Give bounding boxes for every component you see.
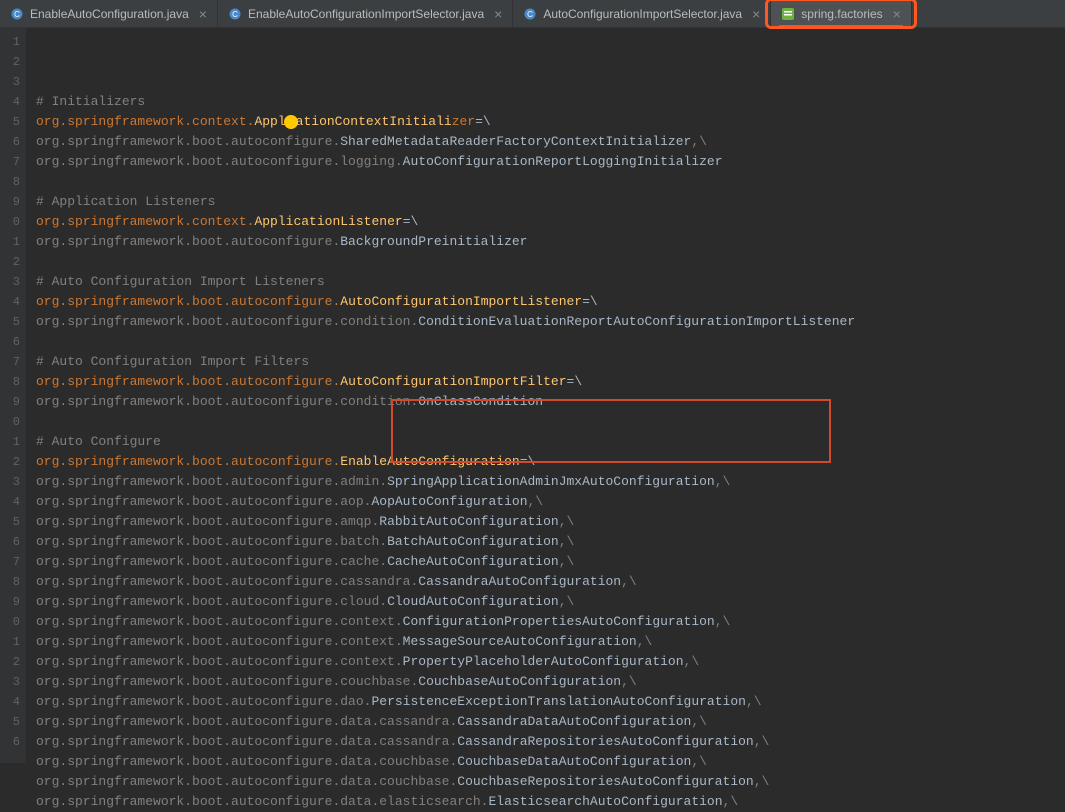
code-line bbox=[36, 252, 1065, 272]
line-number: 7 bbox=[0, 352, 20, 372]
line-number: 5 bbox=[0, 512, 20, 532]
svg-text:C: C bbox=[232, 10, 238, 19]
properties-icon bbox=[781, 7, 795, 21]
tab-spring-factories[interactable]: spring.factories × bbox=[771, 0, 912, 27]
tab-enable-auto-configuration[interactable]: C EnableAutoConfiguration.java × bbox=[0, 0, 218, 27]
line-number: 1 bbox=[0, 432, 20, 452]
tab-label: AutoConfigurationImportSelector.java bbox=[543, 7, 742, 21]
code-line: # Auto Configuration Import Filters bbox=[36, 352, 1065, 372]
line-number: 4 bbox=[0, 492, 20, 512]
code-line: org.springframework.boot.autoconfigure.d… bbox=[36, 732, 1065, 752]
line-number: 2 bbox=[0, 252, 20, 272]
code-viewport[interactable]: # Initializersorg.springframework.contex… bbox=[26, 28, 1065, 763]
line-number: 5 bbox=[0, 312, 20, 332]
line-number: 4 bbox=[0, 92, 20, 112]
code-line: org.springframework.boot.autoconfigure.S… bbox=[36, 132, 1065, 152]
line-number: 5 bbox=[0, 712, 20, 732]
line-number: 8 bbox=[0, 572, 20, 592]
line-number: 0 bbox=[0, 612, 20, 632]
java-icon: C bbox=[10, 7, 24, 21]
code-line: org.springframework.boot.autoconfigure.b… bbox=[36, 532, 1065, 552]
line-number: 1 bbox=[0, 232, 20, 252]
line-number: 9 bbox=[0, 592, 20, 612]
code-line: org.springframework.boot.autoconfigure.c… bbox=[36, 312, 1065, 332]
line-gutter: 123456789012345678901234567890123456 bbox=[0, 28, 26, 763]
line-number: 4 bbox=[0, 292, 20, 312]
line-number: 0 bbox=[0, 412, 20, 432]
tab-import-selector[interactable]: C EnableAutoConfigurationImportSelector.… bbox=[218, 0, 513, 27]
code-line: # Initializers bbox=[36, 92, 1065, 112]
code-line: org.springframework.boot.autoconfigure.c… bbox=[36, 612, 1065, 632]
code-line: org.springframework.boot.autoconfigure.d… bbox=[36, 772, 1065, 792]
line-number: 3 bbox=[0, 472, 20, 492]
line-number: 6 bbox=[0, 132, 20, 152]
code-line: org.springframework.boot.autoconfigure.c… bbox=[36, 392, 1065, 412]
line-number: 7 bbox=[0, 552, 20, 572]
close-icon[interactable]: × bbox=[199, 7, 207, 21]
code-line bbox=[36, 332, 1065, 352]
editor-area: 123456789012345678901234567890123456 # I… bbox=[0, 28, 1065, 763]
code-line: org.springframework.boot.autoconfigure.l… bbox=[36, 152, 1065, 172]
code-line: # Application Listeners bbox=[36, 192, 1065, 212]
line-number: 9 bbox=[0, 192, 20, 212]
code-line: org.springframework.boot.autoconfigure.B… bbox=[36, 232, 1065, 252]
line-number: 9 bbox=[0, 392, 20, 412]
code-line: org.springframework.boot.autoconfigure.c… bbox=[36, 652, 1065, 672]
line-number: 0 bbox=[0, 212, 20, 232]
line-number: 2 bbox=[0, 652, 20, 672]
tab-label: EnableAutoConfigurationImportSelector.ja… bbox=[248, 7, 484, 21]
tab-label: spring.factories bbox=[801, 7, 882, 21]
code-line: org.springframework.boot.autoconfigure.a… bbox=[36, 472, 1065, 492]
line-number: 8 bbox=[0, 372, 20, 392]
line-number: 7 bbox=[0, 152, 20, 172]
line-number: 5 bbox=[0, 112, 20, 132]
tab-underline bbox=[779, 25, 903, 27]
code-line: org.springframework.boot.autoconfigure.c… bbox=[36, 552, 1065, 572]
code-line: org.springframework.boot.autoconfigure.A… bbox=[36, 372, 1065, 392]
line-number: 2 bbox=[0, 52, 20, 72]
code-line: org.springframework.boot.autoconfigure.d… bbox=[36, 792, 1065, 812]
close-icon[interactable]: × bbox=[752, 7, 760, 21]
java-icon: C bbox=[228, 7, 242, 21]
close-icon[interactable]: × bbox=[893, 7, 901, 21]
line-number: 1 bbox=[0, 632, 20, 652]
code-line: org.springframework.boot.autoconfigure.d… bbox=[36, 752, 1065, 772]
code-line: # Auto Configure bbox=[36, 432, 1065, 452]
line-number: 4 bbox=[0, 692, 20, 712]
code-line: org.springframework.boot.autoconfigure.A… bbox=[36, 292, 1065, 312]
code-line bbox=[36, 412, 1065, 432]
code-line: org.springframework.boot.autoconfigure.d… bbox=[36, 712, 1065, 732]
line-number: 8 bbox=[0, 172, 20, 192]
code-line: org.springframework.context.ApplationCon… bbox=[36, 112, 1065, 132]
line-number: 3 bbox=[0, 672, 20, 692]
line-number: 6 bbox=[0, 532, 20, 552]
line-number: 2 bbox=[0, 452, 20, 472]
code-line: org.springframework.boot.autoconfigure.c… bbox=[36, 592, 1065, 612]
line-number: 3 bbox=[0, 272, 20, 292]
line-number: 6 bbox=[0, 732, 20, 752]
code-line: org.springframework.context.ApplicationL… bbox=[36, 212, 1065, 232]
code-line: org.springframework.boot.autoconfigure.c… bbox=[36, 632, 1065, 652]
code-line: org.springframework.boot.autoconfigure.E… bbox=[36, 452, 1065, 472]
code-line: org.springframework.boot.autoconfigure.d… bbox=[36, 692, 1065, 712]
tab-bar: C EnableAutoConfiguration.java × C Enabl… bbox=[0, 0, 1065, 28]
tab-autoconfig-import-selector[interactable]: C AutoConfigurationImportSelector.java × bbox=[513, 0, 771, 27]
line-number: 1 bbox=[0, 32, 20, 52]
tab-label: EnableAutoConfiguration.java bbox=[30, 7, 189, 21]
line-number: 6 bbox=[0, 332, 20, 352]
close-icon[interactable]: × bbox=[494, 7, 502, 21]
java-icon: C bbox=[523, 7, 537, 21]
svg-text:C: C bbox=[527, 10, 533, 19]
code-line: org.springframework.boot.autoconfigure.c… bbox=[36, 572, 1065, 592]
code-line: # Auto Configuration Import Listeners bbox=[36, 272, 1065, 292]
code-line: org.springframework.boot.autoconfigure.a… bbox=[36, 512, 1065, 532]
code-line: org.springframework.boot.autoconfigure.c… bbox=[36, 672, 1065, 692]
line-number: 3 bbox=[0, 72, 20, 92]
code-line bbox=[36, 172, 1065, 192]
code-line: org.springframework.boot.autoconfigure.a… bbox=[36, 492, 1065, 512]
svg-text:C: C bbox=[14, 10, 20, 19]
